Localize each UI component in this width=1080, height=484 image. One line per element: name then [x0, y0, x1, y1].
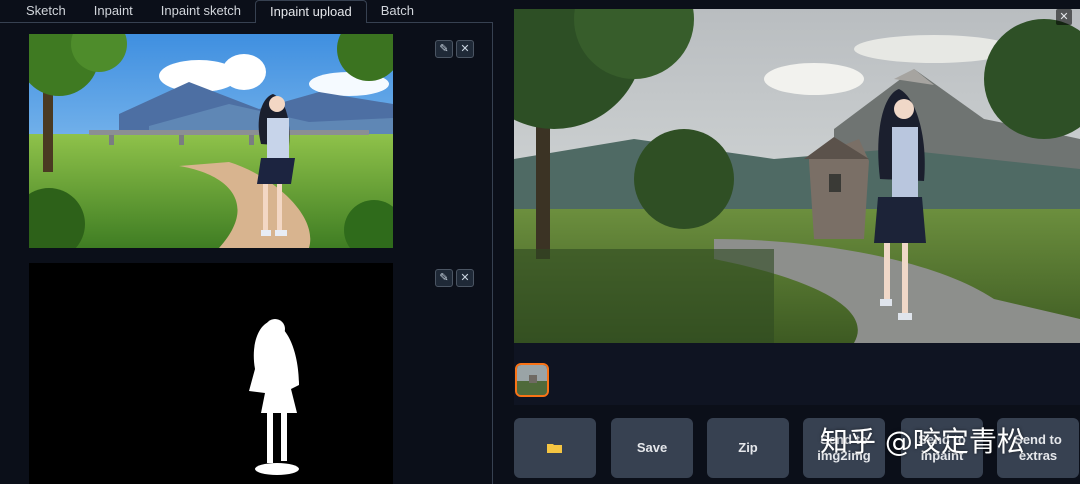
tab-bar-spacer	[427, 0, 493, 23]
zip-button[interactable]: Zip	[707, 418, 789, 478]
thumbnail-art	[517, 365, 547, 395]
gallery-strip	[514, 343, 1080, 405]
close-icon[interactable]: ✕	[456, 269, 474, 287]
mask-image[interactable]	[29, 263, 393, 484]
input-panel: ✎ ✕ ✎ ✕	[0, 23, 493, 484]
output-image[interactable]	[514, 9, 1080, 343]
tab-inpaint-upload[interactable]: Inpaint upload	[255, 0, 367, 23]
open-folder-button[interactable]	[514, 418, 596, 478]
save-button[interactable]: Save	[611, 418, 693, 478]
output-image-art	[514, 9, 1080, 343]
tab-sketch[interactable]: Sketch	[0, 0, 80, 23]
tab-bar: Sketch Inpaint Inpaint sketch Inpaint up…	[0, 0, 493, 23]
pencil-icon[interactable]: ✎	[435, 40, 453, 58]
source-image[interactable]	[29, 34, 393, 248]
close-icon[interactable]: ✕	[456, 40, 474, 58]
gallery-thumbnail[interactable]	[515, 363, 549, 397]
tab-inpaint[interactable]: Inpaint	[79, 0, 147, 23]
folder-icon	[547, 444, 562, 453]
close-icon[interactable]: ✕	[1056, 9, 1072, 25]
mask-image-art	[29, 263, 393, 484]
tab-inpaint-sketch[interactable]: Inpaint sketch	[146, 0, 256, 23]
watermark: 知乎 @咬定青松	[820, 425, 1025, 458]
pencil-icon[interactable]: ✎	[435, 269, 453, 287]
tab-batch[interactable]: Batch	[366, 0, 428, 23]
source-image-art	[29, 34, 393, 248]
output-panel: ✕ Save Zip Send to img2img Send to inpai…	[510, 0, 1080, 484]
